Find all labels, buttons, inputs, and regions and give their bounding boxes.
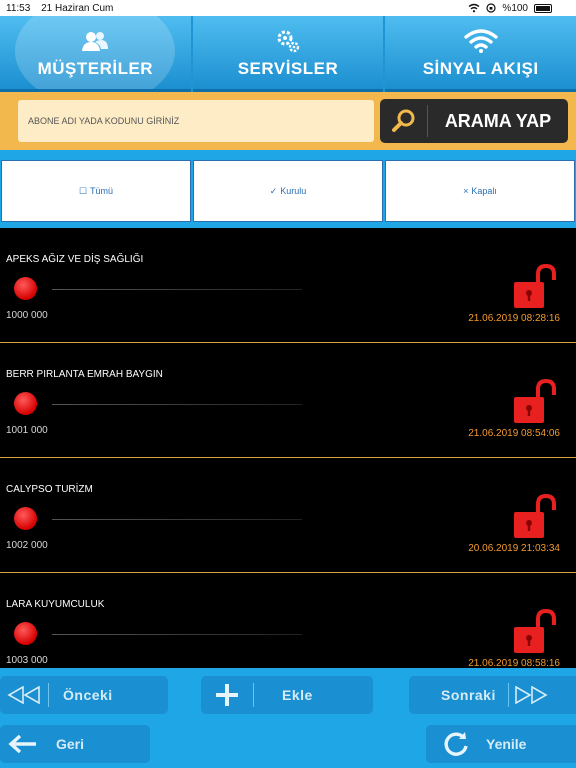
customer-code: 1000 000	[6, 310, 48, 321]
previous-label: Önceki	[63, 687, 113, 703]
customer-name: LARA KUYUMCULUK	[6, 599, 105, 610]
search-icon	[380, 105, 428, 137]
filter-closed[interactable]: × Kapalı	[385, 160, 575, 222]
customer-code: 1001 000	[6, 425, 48, 436]
double-chevron-right-icon	[509, 681, 553, 709]
unlocked-padlock-icon	[514, 264, 556, 308]
customer-name: BERR PIRLANTA EMRAH BAYGIN	[6, 369, 163, 380]
back-button[interactable]: Geri	[0, 725, 150, 763]
search-area: ARAMA YAP	[0, 92, 576, 150]
signal-line	[52, 634, 302, 635]
last-signal-time: 20.06.2019 21:03:34	[468, 543, 560, 554]
tab-servisler[interactable]: SERVİSLER	[192, 16, 384, 92]
signal-line	[52, 519, 302, 520]
tab-label: MÜŞTERİLER	[37, 58, 154, 78]
filter-label: Tümü	[90, 186, 114, 196]
filter-all[interactable]: ☐ Tümü	[1, 160, 191, 222]
status-indicator	[14, 622, 37, 645]
gears-icon	[274, 27, 302, 55]
divider	[253, 683, 254, 707]
last-signal-time: 21.06.2019 08:28:16	[468, 313, 560, 324]
search-input-wrapper	[18, 100, 374, 142]
customer-list: APEKS AĞIZ VE DİŞ SAĞLIĞI 1000 000 21.06…	[0, 228, 576, 668]
arrow-left-icon	[0, 734, 46, 754]
pager: Önceki Ekle Sonraki	[0, 668, 576, 724]
status-indicator	[14, 277, 37, 300]
signal-line	[52, 289, 302, 290]
filter-label: Kapalı	[471, 186, 497, 196]
double-chevron-left-icon	[0, 681, 48, 709]
divider	[48, 683, 49, 707]
wifi-icon	[463, 27, 498, 55]
checkbox-icon: ☐	[78, 185, 88, 196]
close-icon: ×	[463, 186, 469, 196]
customer-code: 1003 000	[6, 655, 48, 666]
previous-button[interactable]: Önceki	[0, 676, 168, 714]
search-input[interactable]	[28, 116, 364, 126]
customer-name: CALYPSO TURİZM	[6, 484, 93, 495]
tab-musteriler[interactable]: MÜŞTERİLER	[0, 16, 191, 92]
unlocked-padlock-icon	[514, 609, 556, 653]
unlocked-padlock-icon	[514, 494, 556, 538]
refresh-button[interactable]: Yenile	[426, 725, 576, 763]
check-icon: ✓	[269, 185, 278, 196]
next-button[interactable]: Sonraki	[409, 676, 576, 714]
list-item[interactable]: CALYPSO TURİZM 1002 000 20.06.2019 21:03…	[0, 458, 576, 573]
list-item[interactable]: BERR PIRLANTA EMRAH BAYGIN 1001 000 21.0…	[0, 343, 576, 458]
customer-code: 1002 000	[6, 540, 48, 551]
battery-percent: %100	[502, 2, 528, 14]
refresh-icon	[426, 730, 486, 758]
next-label: Sonraki	[441, 687, 496, 703]
battery-icon	[534, 3, 552, 13]
last-signal-time: 21.06.2019 08:58:16	[468, 658, 560, 668]
top-nav: MÜŞTERİLER SERVİSLER SİNYAL AKIŞI	[0, 16, 576, 92]
add-label: Ekle	[282, 687, 313, 703]
status-time: 11:53	[6, 2, 31, 14]
rotation-lock-icon	[486, 3, 497, 13]
filter-label: Kurulu	[280, 186, 307, 196]
search-button-label: ARAMA YAP	[444, 110, 552, 131]
plus-icon	[201, 681, 253, 709]
tab-label: SİNYAL AKIŞI	[422, 58, 539, 78]
status-bar: 11:53 21 Haziran Cum %100	[0, 0, 576, 16]
search-button[interactable]: ARAMA YAP	[380, 99, 568, 143]
list-item[interactable]: LARA KUYUMCULUK 1003 000 21.06.2019 08:5…	[0, 573, 576, 668]
status-date: 21 Haziran Cum	[41, 2, 114, 14]
add-button[interactable]: Ekle	[201, 676, 373, 714]
status-indicator	[14, 507, 37, 530]
customer-name: APEKS AĞIZ VE DİŞ SAĞLIĞI	[6, 254, 144, 265]
filter-installed[interactable]: ✓ Kurulu	[193, 160, 383, 222]
wifi-status-icon	[468, 3, 480, 13]
last-signal-time: 21.06.2019 08:54:06	[468, 428, 560, 439]
status-indicator	[14, 392, 37, 415]
tab-sinyal-akisi[interactable]: SİNYAL AKIŞI	[385, 16, 576, 92]
tab-label: SERVİSLER	[237, 58, 339, 78]
filter-bar: ☐ Tümü ✓ Kurulu × Kapalı	[0, 160, 576, 222]
back-label: Geri	[56, 736, 85, 752]
refresh-label: Yenile	[486, 736, 527, 752]
bottom-bar: Geri Yenile	[0, 724, 576, 768]
unlocked-padlock-icon	[514, 379, 556, 423]
list-item[interactable]: APEKS AĞIZ VE DİŞ SAĞLIĞI 1000 000 21.06…	[0, 228, 576, 343]
users-icon	[80, 27, 110, 55]
signal-line	[52, 404, 302, 405]
